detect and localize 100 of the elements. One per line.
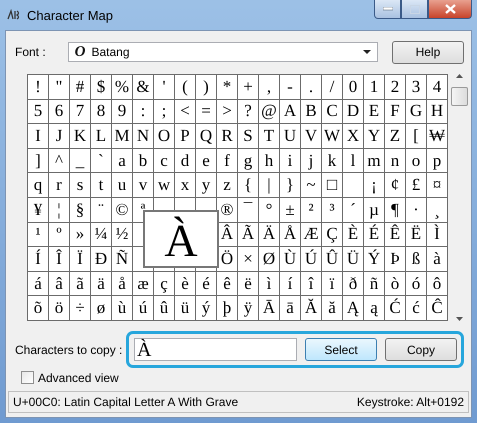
character-cell[interactable]: . (301, 75, 321, 99)
character-cell[interactable]: ñ (364, 272, 384, 296)
character-cell[interactable]: , (259, 75, 279, 99)
scrollbar-thumb[interactable] (450, 87, 468, 106)
character-cell[interactable]: 5 (28, 100, 48, 124)
character-cell[interactable]: ` (91, 148, 111, 172)
character-cell[interactable]: ½ (112, 222, 132, 246)
character-cell[interactable]: d (175, 148, 195, 172)
character-cell[interactable]: ã (70, 272, 90, 296)
character-cell[interactable]: æ (133, 272, 153, 296)
character-cell[interactable]: ä (91, 272, 111, 296)
character-cell[interactable]: y (196, 173, 216, 197)
character-cell[interactable]: h (259, 148, 279, 172)
character-cell[interactable]: Å (280, 222, 300, 246)
character-cell[interactable]: Í (28, 247, 48, 271)
character-cell[interactable]: C (322, 100, 342, 124)
character-cell[interactable]: J (49, 124, 69, 148)
character-cell[interactable]: t (91, 173, 111, 197)
character-cell[interactable]: I (28, 124, 48, 148)
character-cell[interactable]: Â (217, 222, 237, 246)
advanced-view-checkbox[interactable] (21, 371, 34, 384)
character-cell[interactable]: ü (175, 296, 195, 320)
character-cell[interactable]: Ø (259, 247, 279, 271)
character-cell[interactable]: U (280, 124, 300, 148)
character-cell[interactable]: e (196, 148, 216, 172)
character-cell[interactable]: i (280, 148, 300, 172)
character-cell[interactable]: ¼ (91, 222, 111, 246)
action-button[interactable]: Copy (385, 338, 457, 362)
character-cell[interactable]: $ (91, 75, 111, 99)
character-cell[interactable]: ! (28, 75, 48, 99)
character-cell[interactable]: * (217, 75, 237, 99)
character-cell[interactable]: k (322, 148, 342, 172)
character-cell[interactable]: ö (49, 296, 69, 320)
character-cell[interactable]: j (301, 148, 321, 172)
character-cell[interactable]: Ĉ (427, 296, 447, 320)
character-cell[interactable]: ï (322, 272, 342, 296)
character-cell[interactable]: G (406, 100, 426, 124)
character-cell[interactable]: W (322, 124, 342, 148)
maximize-button[interactable] (401, 0, 428, 19)
character-cell[interactable] (343, 173, 363, 197)
character-cell[interactable]: è (175, 272, 195, 296)
character-cell[interactable]: ¸ (427, 198, 447, 222)
character-cell[interactable]: 3 (406, 75, 426, 99)
character-cell[interactable]: n (385, 148, 405, 172)
character-cell[interactable]: Ü (343, 247, 363, 271)
character-cell[interactable]: ý (196, 296, 216, 320)
character-cell[interactable]: ± (280, 198, 300, 222)
character-cell[interactable]: r (49, 173, 69, 197)
character-cell[interactable]: ~ (301, 173, 321, 197)
character-cell[interactable]: + (238, 75, 258, 99)
character-cell[interactable]: E (364, 100, 384, 124)
character-cell[interactable]: Þ (385, 247, 405, 271)
scroll-down-icon[interactable] (456, 316, 462, 321)
character-cell[interactable]: _ (70, 148, 90, 172)
character-cell[interactable]: ¨ (91, 198, 111, 222)
character-cell[interactable]: T (259, 124, 279, 148)
character-cell[interactable]: % (112, 75, 132, 99)
close-button[interactable] (428, 0, 472, 19)
character-cell[interactable]: c (154, 148, 174, 172)
character-cell[interactable]: H (427, 100, 447, 124)
character-cell[interactable]: Ã (238, 222, 258, 246)
character-cell[interactable]: ' (154, 75, 174, 99)
character-cell[interactable]: ¹ (28, 222, 48, 246)
character-cell[interactable]: Ú (301, 247, 321, 271)
character-cell[interactable]: x (175, 173, 195, 197)
character-cell[interactable]: O (154, 124, 174, 148)
character-cell[interactable]: Ö (217, 247, 237, 271)
character-cell[interactable]: Ć (385, 296, 405, 320)
character-cell[interactable]: Z (385, 124, 405, 148)
character-cell[interactable]: ô (427, 272, 447, 296)
character-cell[interactable]: § (70, 198, 90, 222)
character-cell[interactable]: ¦ (49, 198, 69, 222)
character-cell[interactable]: ¥ (28, 198, 48, 222)
character-cell[interactable]: ® (217, 198, 237, 222)
character-cell[interactable]: £ (406, 173, 426, 197)
character-cell[interactable]: - (280, 75, 300, 99)
character-cell[interactable]: é (196, 272, 216, 296)
character-cell[interactable]: } (280, 173, 300, 197)
character-cell[interactable]: ( (175, 75, 195, 99)
character-cell[interactable]: { (238, 173, 258, 197)
character-cell[interactable]: Û (322, 247, 342, 271)
character-cell[interactable]: â (49, 272, 69, 296)
character-cell[interactable]: u (112, 173, 132, 197)
character-cell[interactable]: m (364, 148, 384, 172)
character-cell[interactable]: < (175, 100, 195, 124)
character-cell[interactable]: î (301, 272, 321, 296)
action-button[interactable]: Select (305, 338, 377, 362)
character-cell[interactable]: ā (280, 296, 300, 320)
character-cell[interactable]: M (112, 124, 132, 148)
character-cell[interactable]: a (112, 148, 132, 172)
character-cell[interactable]: [ (406, 124, 426, 148)
character-cell[interactable]: ÿ (238, 296, 258, 320)
character-cell[interactable]: Î (49, 247, 69, 271)
character-cell[interactable]: á (28, 272, 48, 296)
character-cell[interactable]: Ą (343, 296, 363, 320)
character-cell[interactable]: f (217, 148, 237, 172)
character-cell[interactable]: µ (364, 198, 384, 222)
character-cell[interactable]: ą (364, 296, 384, 320)
character-cell[interactable]: Ý (364, 247, 384, 271)
character-cell[interactable]: û (154, 296, 174, 320)
